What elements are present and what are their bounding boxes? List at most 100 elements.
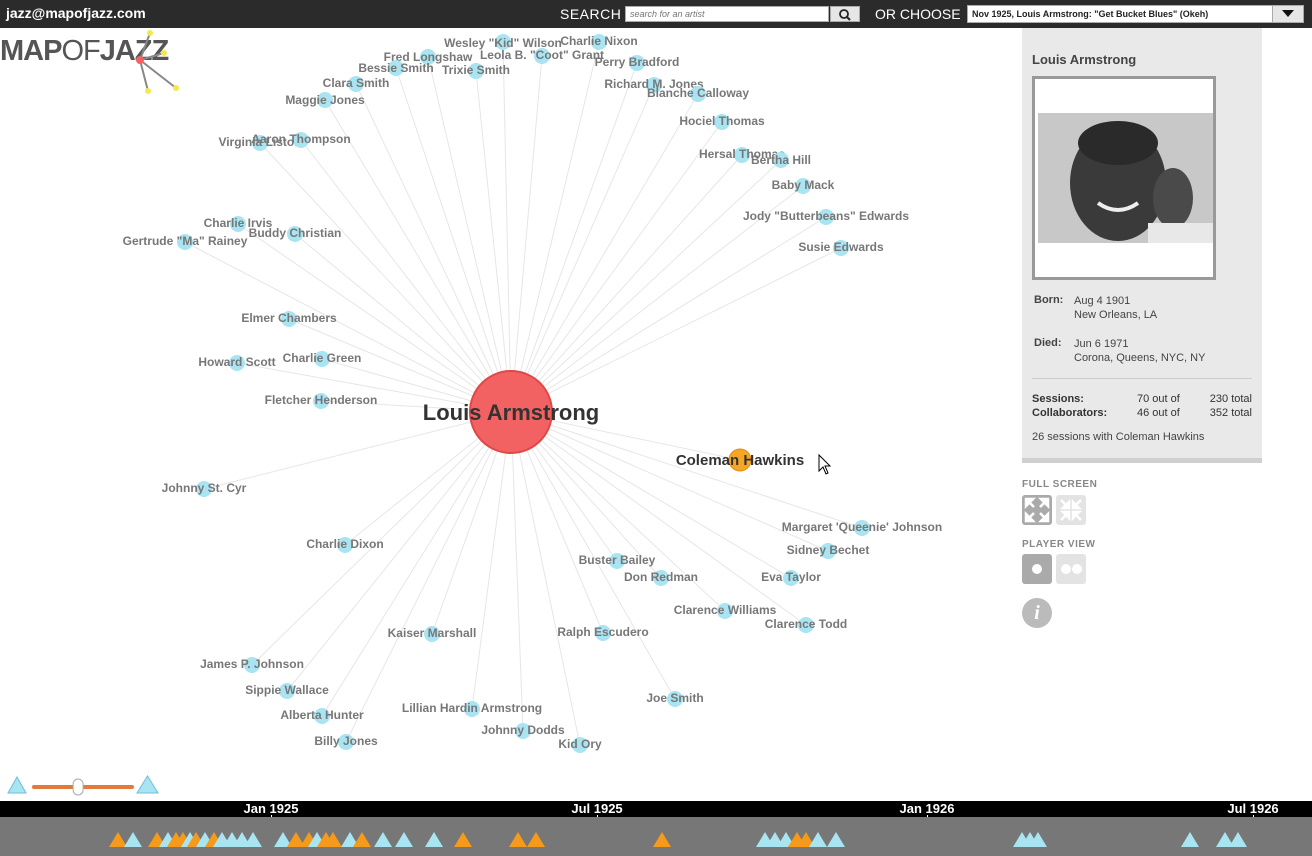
session-marker[interactable] (425, 832, 443, 847)
session-marker[interactable] (109, 832, 127, 847)
timeline-zoom-slider[interactable] (6, 774, 160, 798)
session-marker[interactable] (509, 832, 527, 847)
session-marker[interactable] (1181, 832, 1199, 847)
collaborator-label[interactable]: Buddy Christian (249, 226, 342, 240)
collaborator-label[interactable]: Buster Bailey (579, 553, 656, 567)
search-label: SEARCH (560, 6, 622, 22)
collaborator-label[interactable]: Eva Taylor (761, 570, 821, 584)
collaborator-label[interactable]: Susie Edwards (798, 240, 884, 254)
collaborator-label[interactable]: Alberta Hunter (280, 708, 364, 722)
collaborator-label[interactable]: Hociel Thomas (679, 114, 765, 128)
collaborator-label[interactable]: Jody "Butterbeans" Edwards (743, 209, 909, 223)
collaborator-label[interactable]: Baby Mack (772, 178, 835, 192)
collaborator-label[interactable]: Don Redman (624, 570, 698, 584)
collaboration-edge (184, 241, 512, 413)
info-button[interactable]: i (1022, 598, 1052, 628)
collaborator-label[interactable]: Kid Ory (558, 737, 602, 751)
stats-block: Sessions: 70 out of 230 total Collaborat… (1032, 378, 1252, 443)
network-graph[interactable]: Wesley "Kid" WilsonCharlie NixonFred Lon… (0, 28, 1010, 798)
top-bar: jazz@mapofjazz.com SEARCH OR CHOOSE Nov … (0, 0, 1312, 28)
collaborator-label[interactable]: Perry Bradford (595, 55, 680, 69)
choose-label: OR CHOOSE (875, 6, 961, 22)
session-marker[interactable] (827, 832, 845, 847)
collaboration-edge (259, 142, 512, 413)
collaborator-label[interactable]: Joe Smith (646, 691, 703, 705)
session-marker[interactable] (353, 832, 371, 847)
collaborator-label[interactable]: Bertha Hill (751, 153, 811, 167)
collaborator-label[interactable]: Fletcher Henderson (265, 393, 378, 407)
session-marker[interactable] (395, 832, 413, 847)
search-button[interactable] (830, 6, 860, 22)
session-select-value: Nov 1925, Louis Armstrong: "Get Bucket B… (972, 9, 1209, 19)
sessions-stat: Sessions: 70 out of 230 total (1032, 393, 1252, 405)
born-date: Aug 4 1901 (1074, 295, 1131, 307)
collaboration-edge (502, 41, 512, 413)
collaborator-label[interactable]: James P. Johnson (200, 657, 304, 671)
contact-email-link[interactable]: jazz@mapofjazz.com (6, 5, 146, 21)
player-view-double-button[interactable] (1056, 554, 1086, 584)
collaboration-edge (510, 411, 829, 552)
session-marker[interactable] (809, 832, 827, 847)
collaborator-label[interactable]: Maggie Jones (285, 93, 365, 107)
collaboration-edge (510, 247, 842, 413)
collaboration-edge (321, 411, 512, 717)
session-marker[interactable] (374, 832, 392, 847)
session-marker[interactable] (527, 832, 545, 847)
fullscreen-enter-button[interactable] (1022, 495, 1052, 525)
collaboration-edge (324, 99, 512, 413)
collaboration-edge (510, 159, 782, 413)
collaboration-edge (345, 411, 512, 743)
collaborator-label[interactable]: Gertrude "Ma" Rainey (123, 234, 248, 248)
fullscreen-exit-button[interactable] (1056, 495, 1086, 525)
session-marker[interactable] (124, 832, 142, 847)
collaborator-label[interactable]: Johnny St. Cyr (162, 481, 247, 495)
fullscreen-label: FULL SCREEN (1022, 479, 1098, 490)
collaborator-label[interactable]: Charlie Nixon (560, 34, 637, 48)
collaborator-label[interactable]: Kaiser Marshall (388, 626, 477, 640)
search-icon (839, 9, 851, 21)
collaborator-label[interactable]: Trixie Smith (442, 63, 510, 77)
zoom-out-icon[interactable] (7, 775, 27, 794)
session-marker[interactable] (653, 832, 671, 847)
double-dot-icon (1061, 564, 1082, 574)
dropdown-arrow[interactable] (1272, 6, 1303, 22)
collaborator-label[interactable]: Ralph Escudero (557, 625, 648, 639)
collaboration-edge (510, 93, 699, 413)
died-label: Died: (1034, 337, 1062, 349)
collaborator-label[interactable]: Charlie Green (283, 351, 362, 365)
zoom-in-icon[interactable] (136, 775, 159, 794)
collaborator-label[interactable]: Billy Jones (314, 734, 378, 748)
collaborator-label[interactable]: Elmer Chambers (241, 311, 337, 325)
collaborator-label[interactable]: Howard Scott (198, 355, 275, 369)
highlight-node-label: Coleman Hawkins (676, 452, 804, 469)
portrait-image (1038, 113, 1213, 243)
died-date: Jun 6 1971 (1074, 338, 1129, 350)
collaborator-label[interactable]: Clarence Williams (674, 603, 777, 617)
session-marker[interactable] (244, 832, 262, 847)
collaborator-label[interactable]: Bessie Smith (358, 61, 433, 75)
collaborator-label[interactable]: Leola B. "Coot" Grant (480, 48, 604, 62)
center-node-label: Louis Armstrong (423, 400, 599, 425)
session-marker[interactable] (454, 832, 472, 847)
born-place: New Orleans, LA (1074, 309, 1158, 321)
collaborator-label[interactable]: Sidney Bechet (787, 543, 870, 557)
session-select[interactable]: Nov 1925, Louis Armstrong: "Get Bucket B… (967, 5, 1304, 23)
artist-info-panel: Louis Armstrong Born: Aug 4 1901 New Orle… (1022, 28, 1262, 463)
collaborator-label[interactable]: Johnny Dodds (481, 723, 565, 737)
player-view-single-button[interactable] (1022, 554, 1052, 584)
collaborator-label[interactable]: Margaret 'Queenie' Johnson (782, 520, 942, 534)
expand-icon (1024, 497, 1050, 523)
collaborator-label[interactable]: Sippie Wallace (245, 683, 329, 697)
collaborator-label[interactable]: Aaron Thompson (251, 132, 350, 146)
session-marker[interactable] (1229, 832, 1247, 847)
session-timeline[interactable] (0, 817, 1312, 856)
slider-handle[interactable] (72, 778, 84, 796)
collaborator-label[interactable]: Charlie Dixon (306, 537, 383, 551)
collaboration-edge (510, 216, 827, 413)
collaboration-edge (510, 154, 743, 413)
collaborator-label[interactable]: Clarence Todd (765, 617, 847, 631)
search-input[interactable] (625, 6, 829, 22)
collaborator-label[interactable]: Clara Smith (323, 76, 390, 90)
collaborator-label[interactable]: Lillian Hardin Armstrong (402, 701, 542, 715)
collaborator-label[interactable]: Blanche Calloway (647, 86, 749, 100)
